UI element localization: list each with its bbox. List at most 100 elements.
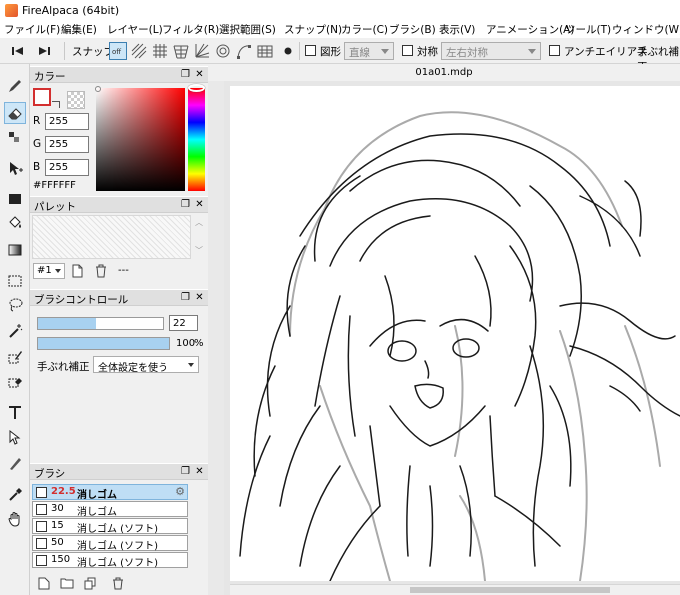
symmetry-dropdown-value: 左右対称 bbox=[446, 47, 488, 59]
tool-gradient[interactable] bbox=[4, 239, 26, 261]
brush-opacity-slider[interactable] bbox=[37, 337, 170, 350]
g-value-input[interactable]: 255 bbox=[45, 136, 89, 153]
gear-icon[interactable]: ⚙ bbox=[175, 485, 185, 498]
tool-pen[interactable] bbox=[4, 75, 26, 97]
brush-checkbox[interactable] bbox=[36, 555, 47, 566]
shape-dropdown[interactable]: 直線 bbox=[344, 42, 394, 60]
menu-layer[interactable]: レイヤー(L) bbox=[107, 22, 163, 37]
saturation-value-picker[interactable] bbox=[96, 88, 185, 191]
palette-scrollbar[interactable]: ︿ ﹀ bbox=[192, 215, 206, 259]
tool-hand[interactable] bbox=[4, 508, 26, 530]
next-frame-button[interactable] bbox=[36, 42, 52, 60]
tool-select-eraser[interactable] bbox=[4, 370, 26, 392]
brush-list-item[interactable]: 150 消しゴム (ソフト) bbox=[32, 552, 188, 569]
new-brush-icon[interactable] bbox=[38, 577, 50, 593]
snap-settings-button[interactable] bbox=[282, 42, 294, 60]
menu-brush[interactable]: ブラシ(B) bbox=[389, 22, 436, 37]
menu-file[interactable]: ファイル(F) bbox=[4, 22, 60, 37]
add-palette-button[interactable] bbox=[70, 264, 84, 278]
pen-icon bbox=[9, 80, 21, 92]
folder-icon[interactable] bbox=[60, 577, 74, 592]
snap-grid-button[interactable] bbox=[151, 42, 169, 60]
eyedropper-icon bbox=[9, 488, 22, 501]
swap-colors-icon[interactable] bbox=[52, 101, 60, 108]
menu-color[interactable]: カラー(C) bbox=[341, 22, 388, 37]
snap-curve-button[interactable] bbox=[235, 42, 253, 60]
menu-edit[interactable]: 編集(E) bbox=[61, 22, 97, 37]
hue-slider[interactable] bbox=[188, 88, 205, 191]
palette-select-dropdown[interactable]: #1 bbox=[33, 263, 65, 279]
tool-dot[interactable] bbox=[4, 127, 26, 149]
menu-filter[interactable]: フィルタ(R) bbox=[162, 22, 219, 37]
brush-checkbox[interactable] bbox=[36, 504, 47, 515]
tool-select[interactable] bbox=[4, 270, 26, 292]
secondary-color-swatch[interactable] bbox=[67, 91, 85, 109]
float-panel-icon[interactable]: ❐ bbox=[180, 292, 191, 303]
shape-checkbox[interactable] bbox=[305, 45, 316, 56]
brush-size-slider[interactable] bbox=[37, 317, 164, 330]
select-pen-icon bbox=[8, 351, 22, 364]
tool-move[interactable] bbox=[4, 157, 26, 179]
palette-swatch-area[interactable] bbox=[32, 215, 191, 259]
menu-window[interactable]: ウィンドウ(W) bbox=[612, 22, 680, 37]
prev-frame-button[interactable] bbox=[10, 42, 26, 60]
menu-snap[interactable]: スナップ(N) bbox=[284, 22, 342, 37]
brush-size-label: 150 bbox=[51, 554, 71, 565]
brush-stabilizer-dropdown[interactable]: 全体設定を使う bbox=[93, 356, 199, 374]
tool-fill[interactable] bbox=[4, 212, 26, 234]
drawing-canvas[interactable] bbox=[230, 86, 680, 582]
duplicate-brush-icon[interactable] bbox=[84, 577, 98, 593]
menu-animation[interactable]: アニメーション(A) bbox=[486, 22, 574, 37]
tool-magic-wand[interactable] bbox=[4, 320, 26, 342]
antialias-checkbox[interactable] bbox=[549, 45, 560, 56]
close-icon[interactable]: ✕ bbox=[194, 466, 205, 477]
delete-palette-button[interactable] bbox=[94, 264, 108, 278]
snap-radial-grid-button[interactable] bbox=[172, 42, 190, 60]
hue-slider-handle[interactable] bbox=[188, 84, 205, 92]
tool-eraser[interactable] bbox=[4, 102, 26, 124]
trash-icon[interactable] bbox=[112, 577, 124, 593]
brush-opacity-slider-fill bbox=[38, 338, 169, 349]
b-value-input[interactable]: 255 bbox=[45, 159, 89, 176]
brush-checkbox[interactable] bbox=[36, 487, 47, 498]
snap-off-text: off bbox=[112, 48, 122, 56]
brush-list-item[interactable]: 30 消しゴム bbox=[32, 501, 188, 518]
smudge-icon bbox=[10, 458, 21, 470]
snap-circle-button[interactable] bbox=[214, 42, 232, 60]
tool-text[interactable] bbox=[4, 401, 26, 423]
float-panel-icon[interactable]: ❐ bbox=[180, 466, 191, 477]
float-panel-icon[interactable]: ❐ bbox=[180, 69, 191, 80]
scrollbar-thumb[interactable] bbox=[410, 587, 610, 593]
tool-select-pen[interactable] bbox=[4, 346, 26, 368]
tool-eyedropper[interactable] bbox=[4, 483, 26, 505]
snap-radial-button[interactable] bbox=[193, 42, 211, 60]
brush-list-scrollbar[interactable] bbox=[190, 484, 206, 569]
close-icon[interactable]: ✕ bbox=[194, 292, 205, 303]
symmetry-dropdown[interactable]: 左右対称 bbox=[441, 42, 541, 60]
tool-smudge[interactable] bbox=[4, 452, 26, 474]
brush-size-input[interactable]: 22 bbox=[169, 315, 198, 331]
menu-selection[interactable]: 選択範囲(S) bbox=[219, 22, 276, 37]
brush-list-item[interactable]: 22.5 消しゴム ⚙ bbox=[32, 484, 188, 501]
tool-rectangle[interactable] bbox=[4, 188, 26, 210]
tool-operation[interactable] bbox=[4, 426, 26, 448]
symmetry-checkbox[interactable] bbox=[402, 45, 413, 56]
menu-view[interactable]: 表示(V) bbox=[439, 22, 475, 37]
brush-checkbox[interactable] bbox=[36, 538, 47, 549]
color-panel-header: カラー ❐ ✕ bbox=[30, 66, 208, 83]
brush-checkbox[interactable] bbox=[36, 521, 47, 532]
brush-list-item[interactable]: 50 消しゴム (ソフト) bbox=[32, 535, 188, 552]
close-icon[interactable]: ✕ bbox=[194, 69, 205, 80]
menu-tools[interactable]: ツール(T) bbox=[565, 22, 611, 37]
r-value-input[interactable]: 255 bbox=[45, 113, 89, 130]
snap-3d-perspective-button[interactable] bbox=[256, 42, 274, 60]
canvas-horizontal-scrollbar[interactable] bbox=[230, 584, 680, 595]
float-panel-icon[interactable]: ❐ bbox=[180, 199, 191, 210]
brush-list-item[interactable]: 15 消しゴム (ソフト) bbox=[32, 518, 188, 535]
snap-off-button[interactable]: off bbox=[109, 42, 127, 60]
close-icon[interactable]: ✕ bbox=[194, 199, 205, 210]
tool-lasso[interactable] bbox=[4, 294, 26, 316]
snap-parallel-button[interactable] bbox=[130, 42, 148, 60]
document-tab[interactable]: 01a01.mdp bbox=[208, 64, 680, 81]
primary-color-swatch[interactable] bbox=[33, 88, 51, 106]
